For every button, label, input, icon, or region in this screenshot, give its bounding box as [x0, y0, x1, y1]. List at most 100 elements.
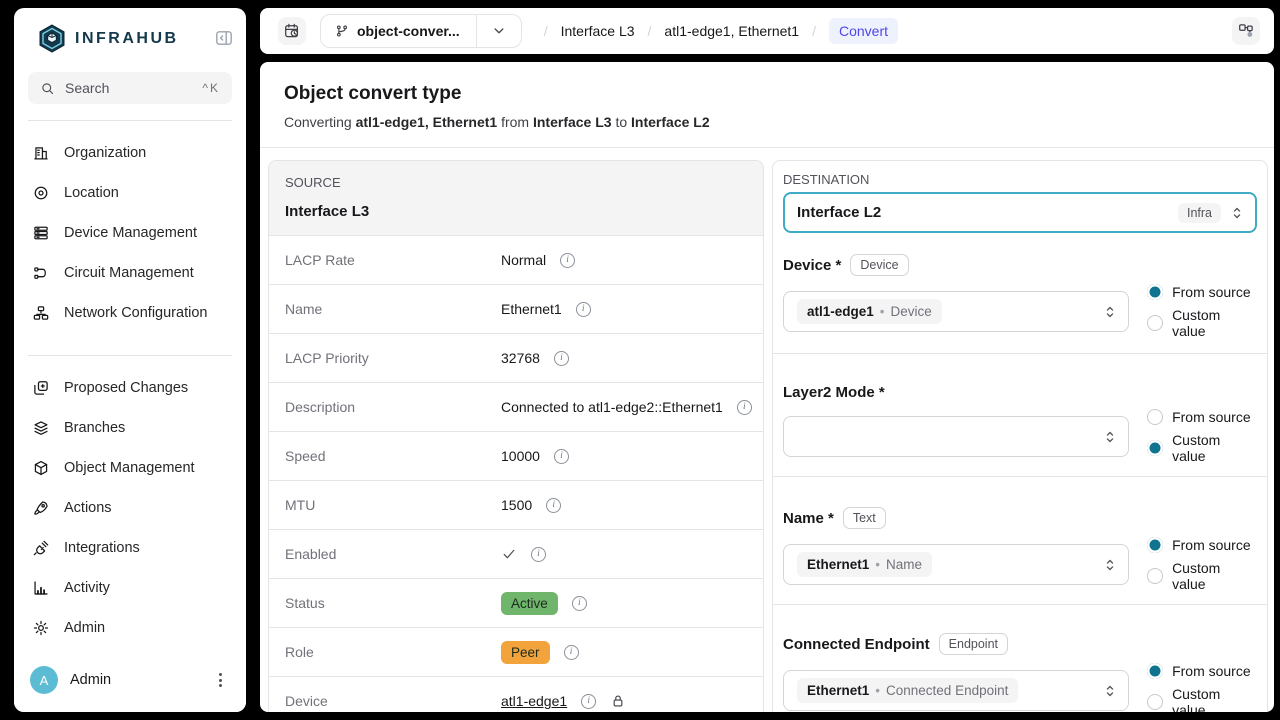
custom-value-radio[interactable]: Custom value: [1147, 307, 1257, 339]
related-node-link[interactable]: atl1-edge1: [501, 693, 567, 709]
sidebar-item-label: Admin: [64, 620, 105, 636]
radio-label: From source: [1172, 409, 1251, 425]
infrahub-logo-icon: [38, 24, 66, 54]
sidebar-item-label: Actions: [64, 500, 112, 516]
radio-label: From source: [1172, 663, 1251, 679]
destination-field-connected-endpoint: Connected Endpoint Endpoint Ethernet1•Co…: [773, 604, 1267, 712]
source-row-label: Name: [285, 301, 501, 317]
sidebar-item-label: Organization: [64, 145, 146, 161]
custom-value-radio[interactable]: Custom value: [1147, 686, 1257, 712]
sidebar-item-admin[interactable]: Admin: [14, 608, 246, 648]
checkmark-icon: [501, 546, 517, 562]
user-menu-kebab-icon[interactable]: [213, 669, 228, 691]
breadcrumb-separator: /: [544, 23, 548, 39]
source-row-label: Enabled: [285, 546, 501, 562]
source-panel-header: SOURCE Interface L3: [269, 161, 763, 235]
source-row-value: Connected to atl1-edge2::Ethernet1 i: [501, 399, 752, 415]
info-icon[interactable]: i: [554, 449, 569, 464]
sidebar-item-organization[interactable]: Organization: [14, 133, 246, 173]
radio-label: From source: [1172, 537, 1251, 553]
sidebar-item-proposed-changes[interactable]: Proposed Changes: [14, 368, 246, 408]
attribute-value: Connected to atl1-edge2::Ethernet1: [501, 399, 723, 415]
field-kind-badge: Text: [843, 507, 886, 529]
chevron-down-icon: [477, 24, 521, 38]
source-row-value: Activei: [501, 592, 587, 615]
sidebar-item-network-configuration[interactable]: Network Configuration: [14, 293, 246, 333]
destination-field-layer2-mode: Layer2 Mode * From source Custom value: [773, 353, 1267, 476]
field-select[interactable]: Ethernet1•Connected Endpoint: [783, 670, 1129, 711]
subtitle-text: Converting: [284, 114, 356, 130]
attribute-value: 32768: [501, 350, 540, 366]
panels: SOURCE Interface L3 LACP Rate Normali Na…: [260, 148, 1274, 712]
custom-value-radio[interactable]: Custom value: [1147, 432, 1257, 464]
field-kind-badge: Device: [850, 254, 908, 276]
radio-label: Custom value: [1172, 686, 1257, 712]
radio-icon: [1147, 440, 1163, 456]
source-row-description: Description Connected to atl1-edge2::Eth…: [269, 382, 763, 431]
subtitle-emphasis: Interface L2: [631, 114, 710, 130]
info-icon[interactable]: i: [554, 351, 569, 366]
sidebar-item-actions[interactable]: Actions: [14, 488, 246, 528]
info-icon[interactable]: i: [564, 645, 579, 660]
field-select[interactable]: Ethernet1•Name: [783, 544, 1129, 585]
info-icon[interactable]: i: [576, 302, 591, 317]
sidebar-item-branches[interactable]: Branches: [14, 408, 246, 448]
source-row-label: Speed: [285, 448, 501, 464]
radio-icon: [1147, 568, 1163, 584]
info-icon[interactable]: i: [531, 547, 546, 562]
field-label: Layer2 Mode *: [783, 384, 885, 401]
info-icon[interactable]: i: [546, 498, 561, 513]
sidebar-collapse-button[interactable]: [212, 27, 236, 51]
sidebar-item-label: Device Management: [64, 225, 197, 241]
unfold-icon: [1102, 683, 1118, 699]
breadcrumb-item-atl1-edge1-ethernet1[interactable]: atl1-edge1, Ethernet1: [664, 23, 799, 39]
info-icon[interactable]: i: [581, 694, 596, 709]
avatar: A: [30, 666, 58, 694]
subtitle-text: to: [612, 114, 631, 130]
sidebar-item-location[interactable]: Location: [14, 173, 246, 213]
sidebar-item-integrations[interactable]: Integrations: [14, 528, 246, 568]
source-row-label: MTU: [285, 497, 501, 513]
chart-icon: [32, 579, 50, 597]
breadcrumb-item-interface-l3[interactable]: Interface L3: [561, 23, 635, 39]
branch-selector[interactable]: object-conver...: [320, 14, 522, 48]
info-icon[interactable]: i: [572, 596, 587, 611]
schema-workflow-icon[interactable]: [1232, 17, 1260, 45]
from-source-radio[interactable]: From source: [1147, 537, 1257, 553]
radio-icon: [1147, 537, 1163, 553]
page-header: Object convert type Converting atl1-edge…: [260, 62, 1274, 148]
source-row-value: 10000 i: [501, 448, 569, 464]
sidebar-item-device-management[interactable]: Device Management: [14, 213, 246, 253]
destination-panel-label: DESTINATION: [783, 172, 1257, 187]
building-icon: [32, 144, 50, 162]
info-icon[interactable]: i: [560, 253, 575, 268]
source-row-value: 32768 i: [501, 350, 569, 366]
sidebar-item-activity[interactable]: Activity: [14, 568, 246, 608]
sidebar-item-label: Activity: [64, 580, 110, 596]
namespace-badge: Infra: [1178, 203, 1221, 223]
subtitle-emphasis: atl1-edge1, Ethernet1: [356, 114, 498, 130]
server-icon: [32, 224, 50, 242]
custom-value-radio[interactable]: Custom value: [1147, 560, 1257, 592]
sidebar-item-object-management[interactable]: Object Management: [14, 448, 246, 488]
main-content: Object convert type Converting atl1-edge…: [260, 62, 1274, 712]
source-row-lacp-rate: LACP Rate Normali: [269, 235, 763, 284]
field-select[interactable]: atl1-edge1•Device: [783, 291, 1129, 332]
source-row-speed: Speed 10000 i: [269, 431, 763, 480]
sidebar-item-circuit-management[interactable]: Circuit Management: [14, 253, 246, 293]
sidebar-item-label: Location: [64, 185, 119, 201]
search-input[interactable]: Search ^K: [28, 72, 232, 104]
time-travel-calendar-icon[interactable]: [278, 17, 306, 45]
destination-panel: DESTINATION Interface L2 Infra Device * …: [772, 160, 1268, 712]
breadcrumb-item-convert[interactable]: Convert: [829, 18, 898, 44]
from-source-radio[interactable]: From source: [1147, 663, 1257, 679]
unfold-icon: [1102, 304, 1118, 320]
topbar: object-conver... /Interface L3/atl1-edge…: [260, 8, 1274, 54]
field-select[interactable]: [783, 416, 1129, 457]
from-source-radio[interactable]: From source: [1147, 284, 1257, 300]
from-source-radio[interactable]: From source: [1147, 409, 1257, 425]
info-icon[interactable]: i: [737, 400, 752, 415]
sidebar-item-label: Proposed Changes: [64, 380, 188, 396]
destination-type-select[interactable]: Interface L2 Infra: [783, 192, 1257, 233]
attribute-value: 10000: [501, 448, 540, 464]
